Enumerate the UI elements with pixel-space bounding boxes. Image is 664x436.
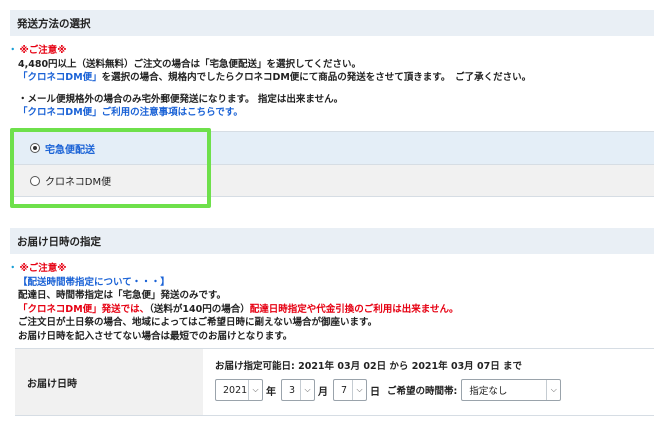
delivery-range-text: お届け指定可能日: 2021年 03月 02日 から 2021年 03月 07日… bbox=[215, 361, 523, 372]
time-slot-select[interactable]: 指定なし ⌵ bbox=[461, 379, 562, 401]
day-select-value: 7 bbox=[341, 384, 348, 396]
chevron-down-icon[interactable]: ⌵ bbox=[300, 380, 314, 400]
shipping-option-takkyubin[interactable]: 宅急便配送 bbox=[10, 131, 654, 164]
shipping-notice: ・ ※ご注意※ 4,480円以上（送料無料）ご注文の場合は「宅急便配送」を選択して… bbox=[8, 44, 654, 120]
chevron-down-icon[interactable]: ⌵ bbox=[352, 380, 366, 400]
year-select[interactable]: 2021 ⌵ bbox=[215, 379, 263, 401]
time-slot-label: ご希望の時間帯: bbox=[387, 386, 458, 397]
delivery-section-header: お届け日時の指定 bbox=[10, 228, 654, 254]
bullet-icon: ・ bbox=[8, 45, 18, 56]
day-unit: 日 bbox=[370, 386, 380, 398]
delivery-section-title: お届け日時の指定 bbox=[17, 235, 101, 248]
day-select[interactable]: 7 ⌵ bbox=[333, 379, 367, 401]
delivery-notice-line5: お届け日時を記入させてない場合は最短でのお届けとなります。 bbox=[18, 330, 293, 342]
delivery-date-controls: お届け指定可能日: 2021年 03月 02日 から 2021年 03月 07日… bbox=[203, 349, 654, 415]
delivery-notice-fee: （送料が140円の場合） bbox=[149, 303, 250, 315]
shipping-notice-line1: 4,480円以上（送料無料）ご注文の場合は「宅急便配送」を選択してください。 bbox=[18, 58, 361, 70]
shipping-option-kuroneko-dm[interactable]: クロネコDM便 bbox=[10, 164, 654, 197]
month-select-value: 3 bbox=[289, 384, 296, 396]
delivery-notice: ・ ※ご注意※ 【配送時間帯指定について・・・】 配達日、時間帯指定は「宅急便」発… bbox=[8, 262, 654, 343]
month-unit: 月 bbox=[318, 386, 328, 398]
chevron-down-icon[interactable]: ⌵ bbox=[546, 380, 560, 400]
bullet-icon: ・ bbox=[8, 263, 18, 274]
shipping-notice-line2: を選択の場合、規格内でしたらクロネコDM便にて商品の発送をさせて頂きます。 ご了… bbox=[101, 72, 532, 83]
delivery-notice-line4: ご注文日が土日祭の場合、地域によってはご希望日時に副えない場合が御座います。 bbox=[18, 317, 378, 328]
shipping-section-header: 発送方法の選択 bbox=[10, 10, 654, 36]
shipping-notice-dm-mention: 「クロネコDM便」 bbox=[18, 72, 102, 83]
shipping-notice-line3: ・メール便規格外の場合のみ宅外郵便発送になります。 指定は出来ません。 bbox=[18, 93, 344, 105]
shipping-option-label: クロネコDM便 bbox=[45, 177, 112, 188]
delivery-notice-line2: 配達日、時間帯指定は「宅急便」発送のみです。 bbox=[18, 290, 227, 301]
delivery-notice-title: ※ご注意※ bbox=[19, 263, 67, 274]
year-select-value: 2021 bbox=[223, 384, 248, 396]
delivery-date-row: お届け日時 お届け指定可能日: 2021年 03月 02日 から 2021年 0… bbox=[15, 348, 654, 416]
shipping-options: 宅急便配送 クロネコDM便 bbox=[10, 131, 654, 197]
delivery-date-label: お届け日時 bbox=[15, 349, 203, 415]
year-unit: 年 bbox=[266, 386, 276, 398]
radio-selected-icon[interactable] bbox=[30, 143, 40, 153]
delivery-notice-dm: 「クロネコDM便」発送では、 bbox=[18, 303, 150, 315]
month-select[interactable]: 3 ⌵ bbox=[281, 379, 315, 401]
chevron-down-icon[interactable]: ⌵ bbox=[248, 380, 262, 400]
time-slot-select-value: 指定なし bbox=[469, 386, 508, 397]
dm-notes-link[interactable]: 「クロネコDM便」ご利用の注意事項はこちらです。 bbox=[8, 106, 654, 120]
radio-unselected-icon[interactable] bbox=[30, 175, 40, 186]
shipping-section-title: 発送方法の選択 bbox=[17, 17, 91, 30]
shipping-option-label: 宅急便配送 bbox=[45, 144, 95, 156]
shipping-notice-title: ※ご注意※ bbox=[19, 45, 67, 56]
delivery-notice-restriction: 配達日時指定や代金引換のご利用は出来ません。 bbox=[249, 303, 459, 315]
time-slot-info-link[interactable]: 【配送時間帯指定について・・・】 bbox=[8, 276, 654, 290]
